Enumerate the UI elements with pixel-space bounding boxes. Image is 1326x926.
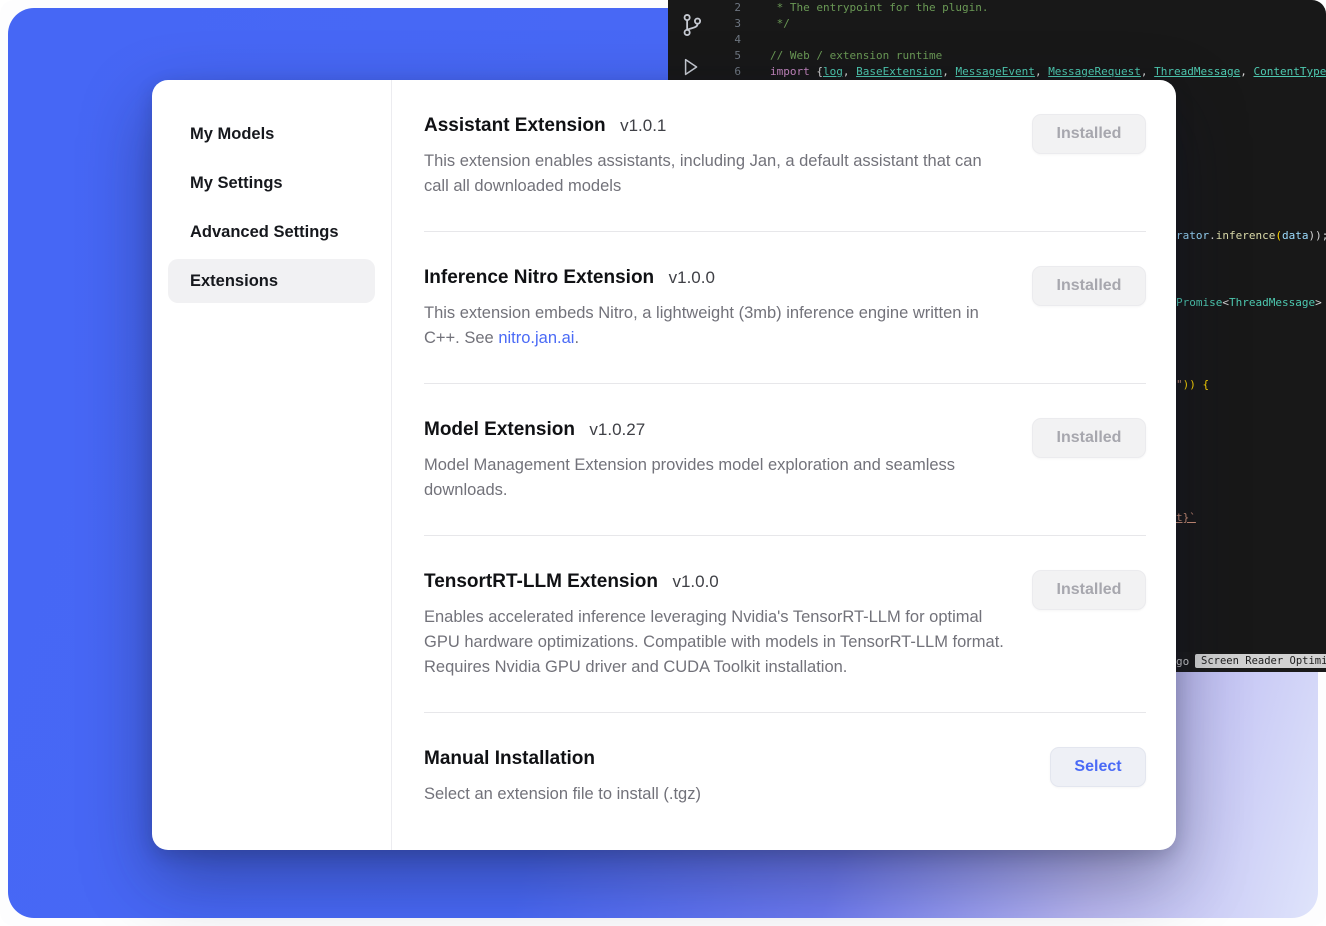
installed-button[interactable]: Installed (1032, 418, 1146, 458)
sidebar-item-extensions[interactable]: Extensions (168, 259, 375, 303)
nitro-jan-ai-link[interactable]: nitro.jan.ai (498, 329, 574, 347)
line-number: 4 (668, 32, 741, 48)
extension-description: This extension enables assistants, inclu… (424, 149, 1009, 199)
code-line-text (741, 32, 770, 48)
extension-row-model: Model Extension v1.0.27 Model Management… (424, 384, 1146, 536)
settings-sidebar: My Models My Settings Advanced Settings … (152, 80, 392, 850)
extension-title: Inference Nitro Extension (424, 267, 654, 288)
sidebar-item-advanced-settings[interactable]: Advanced Settings (168, 210, 375, 254)
code-fragment: ")) { (1176, 377, 1209, 393)
extension-version: v1.0.1 (620, 116, 666, 135)
line-number: 2 (668, 0, 741, 16)
code-lines: 2 * The entrypoint for the plugin. 3 */ … (668, 0, 1326, 80)
description-text: . (574, 329, 579, 347)
extension-row-nitro: Inference Nitro Extension v1.0.0 This ex… (424, 232, 1146, 384)
screen-reader-badge: Screen Reader Optimized (1195, 654, 1326, 668)
extension-version: v1.0.0 (672, 572, 718, 591)
extension-description: This extension embeds Nitro, a lightweig… (424, 301, 1009, 351)
extension-version: v1.0.27 (589, 420, 645, 439)
extension-title: TensortRT-LLM Extension (424, 571, 658, 592)
select-file-button[interactable]: Select (1050, 747, 1146, 787)
manual-installation-description: Select an extension file to install (.tg… (424, 782, 701, 807)
code-fragment: Promise<ThreadMessage> (1176, 295, 1322, 311)
extension-description: Model Management Extension provides mode… (424, 453, 1009, 503)
extensions-panel: Assistant Extension v1.0.1 This extensio… (392, 80, 1176, 850)
code-fragment: t}` (1176, 510, 1196, 526)
extension-version: v1.0.0 (669, 268, 715, 287)
line-number: 3 (668, 16, 741, 32)
extension-row-tensorrt: TensortRT-LLM Extension v1.0.0 Enables a… (424, 536, 1146, 713)
extension-row-assistant: Assistant Extension v1.0.1 This extensio… (424, 80, 1146, 232)
extension-title: Assistant Extension (424, 115, 606, 136)
sidebar-item-my-models[interactable]: My Models (168, 112, 375, 156)
code-fragment: rator.inference(data)); (1176, 228, 1326, 244)
manual-installation-title: Manual Installation (424, 748, 595, 769)
settings-modal: My Models My Settings Advanced Settings … (152, 80, 1176, 850)
status-bar-text: go (1176, 655, 1189, 668)
code-line-text: // Web / extension runtime (741, 48, 942, 64)
sidebar-item-my-settings[interactable]: My Settings (168, 161, 375, 205)
code-line-import: import {log, BaseExtension, MessageEvent… (741, 64, 1326, 80)
installed-button[interactable]: Installed (1032, 570, 1146, 610)
code-line-text: */ (741, 16, 790, 32)
installed-button[interactable]: Installed (1032, 114, 1146, 154)
extension-description: Enables accelerated inference leveraging… (424, 605, 1009, 680)
extension-title: Model Extension (424, 419, 575, 440)
line-number: 5 (668, 48, 741, 64)
line-number: 6 (668, 64, 741, 80)
manual-installation-row: Manual Installation Select an extension … (424, 713, 1146, 839)
installed-button[interactable]: Installed (1032, 266, 1146, 306)
code-line-text: * The entrypoint for the plugin. (741, 0, 989, 16)
page-background: 2 * The entrypoint for the plugin. 3 */ … (0, 0, 1326, 926)
